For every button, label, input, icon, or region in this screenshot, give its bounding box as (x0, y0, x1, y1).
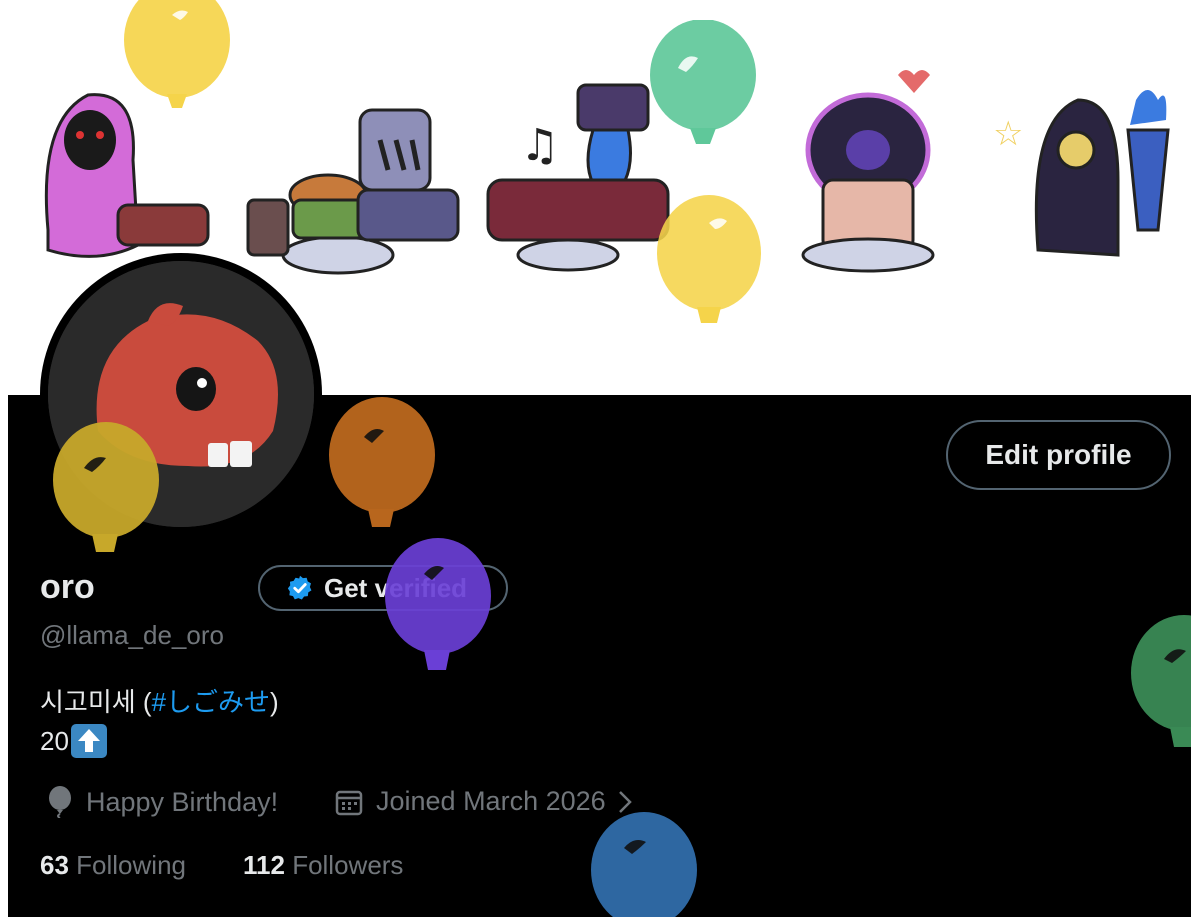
birthday-text: Happy Birthday! (86, 786, 279, 817)
verified-badge-icon (287, 575, 312, 600)
bio-text-prefix: 시고미세 ( (40, 687, 152, 717)
bio-text-suffix: ) (270, 687, 279, 717)
bio-line-2: 20 (40, 724, 107, 758)
balloon-decoration-yellow-top (124, 0, 230, 108)
balloon-icon (49, 786, 71, 818)
svg-text:♫: ♫ (520, 120, 559, 171)
following-count: 63 (40, 850, 69, 880)
following-label: Following (76, 850, 186, 880)
balloon-decoration-yellow-mid (657, 195, 761, 323)
character-knight (356, 108, 460, 242)
character-flame (486, 83, 670, 272)
bio-hashtag-link[interactable]: #しごみせ (152, 687, 270, 717)
balloon-decoration-orange (329, 397, 435, 527)
character-pancakes: ☆ (801, 70, 1023, 273)
followers-count: 112 (243, 850, 285, 880)
balloon-decoration-purple (385, 538, 491, 670)
up-arrow-emoji-icon (70, 724, 107, 758)
edit-profile-button[interactable]: Edit profile (946, 420, 1171, 490)
followers-label: Followers (292, 850, 404, 880)
display-name: oro (40, 568, 95, 606)
svg-text:☆: ☆ (993, 114, 1023, 154)
balloon-decoration-mustard (53, 422, 159, 552)
followers-stat[interactable]: 112 Followers (243, 850, 403, 881)
bio-line-1: 시고미세 (#しごみせ) (40, 682, 279, 719)
balloon-decoration-darkgreen (1131, 615, 1191, 747)
joined-text: Joined March 2026 (376, 786, 606, 816)
balloon-decoration-blue (591, 812, 697, 917)
birthday-meta: Happy Birthday! (46, 786, 278, 818)
following-stat[interactable]: 63 Following (40, 850, 186, 881)
calendar-icon (335, 790, 363, 815)
character-mystic (1034, 90, 1170, 257)
bio-number: 20 (40, 725, 69, 756)
left-edge-strip (0, 0, 8, 917)
balloon-decoration-green (650, 20, 756, 144)
user-handle: @llama_de_oro (40, 620, 224, 650)
